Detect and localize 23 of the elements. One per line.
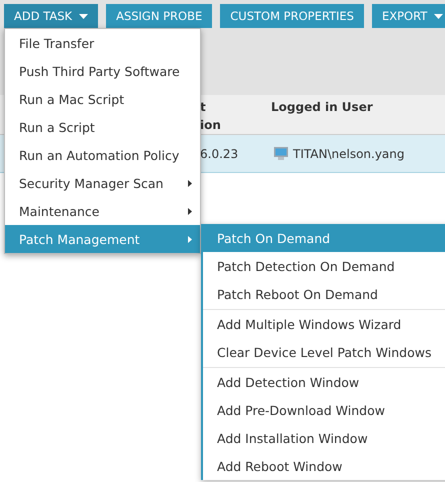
menu-item[interactable]: Add Multiple Windows Wizard	[203, 310, 445, 338]
menu-item[interactable]: Add Installation Window	[203, 424, 445, 452]
menu-item[interactable]: Patch Detection On Demand	[203, 252, 445, 280]
column-header[interactable]: Logged in User	[271, 95, 373, 134]
submenu-arrow-icon	[188, 208, 192, 214]
toolbar-button[interactable]: ADD TASK	[4, 4, 98, 28]
caret-icon	[434, 14, 444, 18]
table-cell: 6.0.23	[200, 146, 238, 160]
caret-icon	[79, 14, 88, 18]
menu-item[interactable]: File Transfer	[5, 29, 200, 57]
menu-item[interactable]: Add Detection Window	[203, 368, 445, 396]
menu-item[interactable]: Patch Reboot On Demand	[203, 280, 445, 310]
menu-item[interactable]: Add Reboot Window	[203, 452, 445, 480]
table-cell: TITAN\nelson.yang	[293, 146, 405, 160]
menu-item[interactable]: Maintenance	[5, 197, 200, 225]
monitor-icon	[274, 147, 288, 160]
menu-item[interactable]: Run an Automation Policy	[5, 141, 200, 169]
menu-item[interactable]: Run a Mac Script	[5, 85, 200, 113]
menu-item[interactable]: Add Pre-Download Window	[203, 396, 445, 424]
menu-item[interactable]: Clear Device Level Patch Windows	[203, 338, 445, 368]
menu-item[interactable]: Push Third Party Software	[5, 57, 200, 85]
submenu-arrow-icon	[188, 180, 192, 186]
submenu-arrow-icon	[188, 236, 192, 242]
